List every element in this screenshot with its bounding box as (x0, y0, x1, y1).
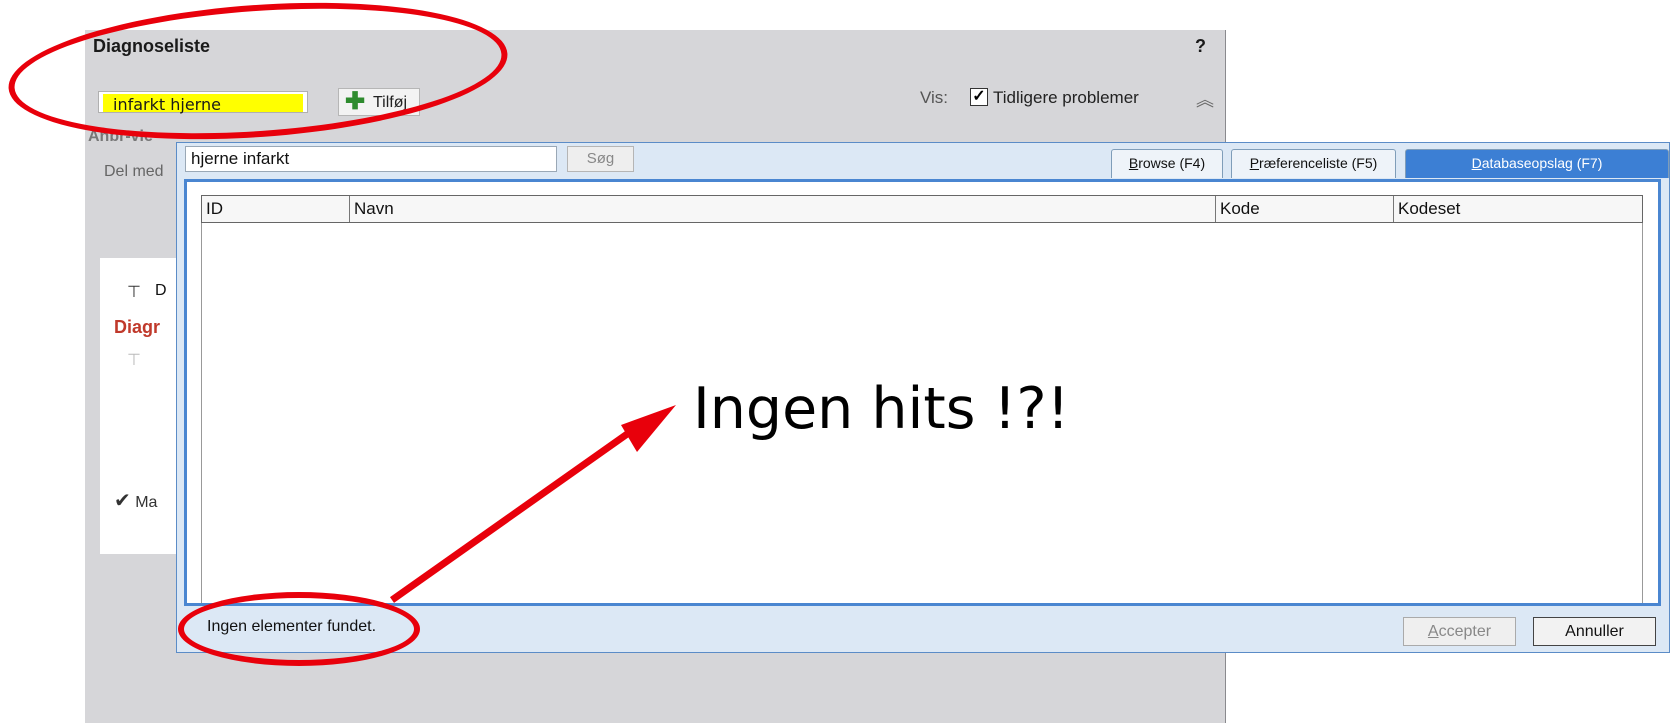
previous-problems-label: Tidligere problemer (993, 88, 1139, 107)
column-header-navn[interactable]: Navn (350, 196, 1216, 222)
column-header-id[interactable]: ID (202, 196, 350, 222)
card-header-letter: D (155, 282, 167, 299)
column-header-kodeset[interactable]: Kodeset (1394, 196, 1642, 222)
annotation-ellipse-bottom (178, 592, 420, 666)
share-label: Del med (104, 163, 164, 180)
card-title: Diagr (114, 317, 161, 337)
check-icon: ✔ (114, 490, 131, 512)
previous-problems-checkbox[interactable]: ✓ (970, 88, 988, 106)
cancel-button[interactable]: Annuller (1533, 617, 1656, 646)
pin-icon[interactable]: ⊤ (127, 282, 141, 302)
accept-button[interactable]: Accepter (1403, 617, 1516, 646)
tab-databaseopslag[interactable]: Databaseopslag (F7) (1405, 149, 1669, 178)
search-button[interactable]: Søg (567, 146, 634, 172)
column-header-kode[interactable]: Kode (1216, 196, 1394, 222)
confirm-button[interactable]: ✔ Ma (114, 488, 157, 513)
vis-label: Vis: (920, 88, 949, 107)
pin-icon-faded: ⊤ (127, 352, 141, 369)
annotation-text: Ingen hits !?! (693, 376, 1070, 442)
collapse-icon[interactable]: ︽ (1196, 86, 1214, 112)
table-header: ID Navn Kode Kodeset (201, 195, 1643, 223)
dialog-search-input[interactable]: hjerne infarkt (185, 146, 557, 172)
tab-browse[interactable]: Browse (F4) (1111, 149, 1223, 178)
tab-preferenceliste[interactable]: Præferenceliste (F5) (1231, 149, 1396, 178)
help-button[interactable]: ? (1195, 36, 1206, 57)
